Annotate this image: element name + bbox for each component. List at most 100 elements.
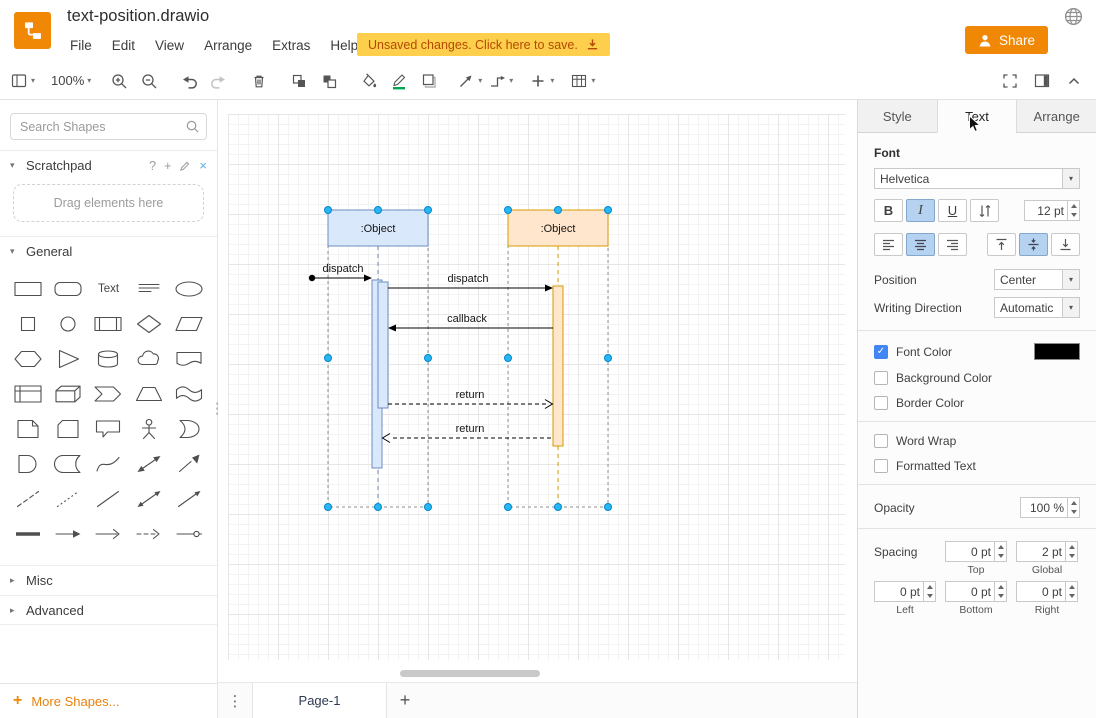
menu-arrange[interactable]: Arrange: [194, 36, 262, 55]
selection-handle[interactable]: [555, 207, 562, 214]
spacing-bottom-input[interactable]: 0 pt: [945, 581, 1007, 602]
shape-circle[interactable]: [48, 307, 88, 341]
shape-cylinder[interactable]: [88, 342, 128, 376]
undo-button[interactable]: [177, 67, 201, 95]
redo-button[interactable]: [207, 67, 231, 95]
selection-handle[interactable]: [325, 504, 332, 511]
selection-handle[interactable]: [505, 504, 512, 511]
to-front-button[interactable]: [287, 67, 311, 95]
align-center-button[interactable]: [906, 233, 935, 256]
menu-extras[interactable]: Extras: [262, 36, 320, 55]
shape-ellipse[interactable]: [169, 272, 209, 306]
shadow-button[interactable]: [417, 67, 441, 95]
spacing-left-stepper[interactable]: [923, 582, 935, 601]
format-panel-toggle[interactable]: [1030, 67, 1054, 95]
selection-handle[interactable]: [325, 355, 332, 362]
valign-bottom-button[interactable]: [1051, 233, 1080, 256]
add-page-button[interactable]: +: [387, 690, 423, 711]
font-family-select[interactable]: Helvetica ▾: [874, 168, 1080, 189]
selection-handle[interactable]: [425, 504, 432, 511]
italic-button[interactable]: I: [906, 199, 935, 222]
table-button[interactable]: ▾: [570, 67, 595, 95]
shape-rectangle[interactable]: [8, 272, 48, 306]
zoom-out-button[interactable]: [137, 67, 161, 95]
scratchpad-dropzone[interactable]: Drag elements here: [13, 184, 204, 222]
shape-step[interactable]: [88, 377, 128, 411]
selection-handle[interactable]: [325, 207, 332, 214]
font-size-input[interactable]: 12 pt: [1024, 200, 1080, 221]
selection-handle[interactable]: [425, 207, 432, 214]
selection-handle[interactable]: [555, 504, 562, 511]
word-wrap-checkbox[interactable]: [874, 434, 888, 448]
scratchpad-close-icon[interactable]: ×: [199, 158, 207, 173]
shape-link[interactable]: [8, 517, 48, 551]
selection-handle[interactable]: [375, 207, 382, 214]
align-right-button[interactable]: [938, 233, 967, 256]
zoom-in-button[interactable]: [107, 67, 131, 95]
shape-textbox[interactable]: [129, 272, 169, 306]
tab-style[interactable]: Style: [858, 100, 937, 133]
spacing-top-stepper[interactable]: [994, 542, 1006, 561]
lifeline-right-header[interactable]: :Object: [508, 210, 608, 246]
shape-circle-connector[interactable]: [169, 517, 209, 551]
shape-and[interactable]: [8, 447, 48, 481]
fullscreen-button[interactable]: [998, 67, 1022, 95]
shape-note[interactable]: [8, 412, 48, 446]
shape-hexagon[interactable]: [8, 342, 48, 376]
drawing-canvas[interactable]: :Object :Object dispatch dispatch: [218, 100, 857, 682]
align-left-button[interactable]: [874, 233, 903, 256]
shape-process[interactable]: [88, 307, 128, 341]
collapse-toolbar-button[interactable]: [1062, 67, 1086, 95]
shape-arrow-connector[interactable]: [48, 517, 88, 551]
connection-style-button[interactable]: ▾: [457, 67, 482, 95]
border-color-checkbox[interactable]: [874, 396, 888, 410]
scratchpad-help-icon[interactable]: ?: [149, 159, 156, 173]
spacing-left-input[interactable]: 0 pt: [874, 581, 936, 602]
pages-menu-button[interactable]: ⋮: [218, 692, 252, 710]
opacity-input[interactable]: 100 %: [1020, 497, 1080, 518]
shape-cloud[interactable]: [129, 342, 169, 376]
selection-handle[interactable]: [505, 355, 512, 362]
scratchpad-section-header[interactable]: ▾ Scratchpad ? + ×: [0, 150, 217, 180]
general-section-header[interactable]: ▾ General: [0, 236, 217, 266]
misc-section-header[interactable]: ▸ Misc: [0, 565, 217, 595]
scratchpad-edit-icon[interactable]: [179, 160, 191, 172]
more-shapes-button[interactable]: + More Shapes...: [0, 683, 217, 718]
to-back-button[interactable]: [317, 67, 341, 95]
selection-handle[interactable]: [375, 504, 382, 511]
shape-dashed-arrow[interactable]: [129, 517, 169, 551]
activation-bar[interactable]: [553, 286, 563, 446]
shape-cube[interactable]: [48, 377, 88, 411]
shape-trapezoid[interactable]: [129, 377, 169, 411]
spacing-right-input[interactable]: 0 pt: [1016, 581, 1078, 602]
background-color-checkbox[interactable]: [874, 371, 888, 385]
spacing-top-input[interactable]: 0 pt: [945, 541, 1007, 562]
shape-diamond[interactable]: [129, 307, 169, 341]
shape-text[interactable]: Text: [88, 272, 128, 306]
message-return-2[interactable]: return: [383, 423, 552, 443]
unsaved-changes-banner[interactable]: Unsaved changes. Click here to save.: [357, 33, 610, 56]
shape-line[interactable]: [88, 482, 128, 516]
drawio-logo-icon[interactable]: [14, 12, 51, 49]
shape-curve[interactable]: [88, 447, 128, 481]
shape-dashed-line[interactable]: [8, 482, 48, 516]
font-size-stepper[interactable]: [1067, 201, 1079, 220]
spacing-global-input[interactable]: 2 pt: [1016, 541, 1078, 562]
vertical-text-button[interactable]: [970, 199, 999, 222]
position-select[interactable]: Center ▾: [994, 269, 1080, 290]
bold-button[interactable]: B: [874, 199, 903, 222]
shape-data-storage[interactable]: [48, 447, 88, 481]
writing-direction-select[interactable]: Automatic ▾: [994, 297, 1080, 318]
search-shapes-input[interactable]: [10, 113, 207, 140]
menu-file[interactable]: File: [60, 36, 102, 55]
shape-parallelogram[interactable]: [169, 307, 209, 341]
shape-document[interactable]: [169, 342, 209, 376]
spacing-global-stepper[interactable]: [1065, 542, 1077, 561]
message-callback[interactable]: callback: [388, 313, 553, 332]
document-title[interactable]: text-position.drawio: [67, 7, 209, 26]
message-return-1[interactable]: return: [388, 389, 553, 409]
scratchpad-add-icon[interactable]: +: [164, 159, 171, 173]
opacity-stepper[interactable]: [1067, 498, 1079, 517]
menu-edit[interactable]: Edit: [102, 36, 145, 55]
zoom-select[interactable]: 100%▾: [51, 67, 91, 95]
